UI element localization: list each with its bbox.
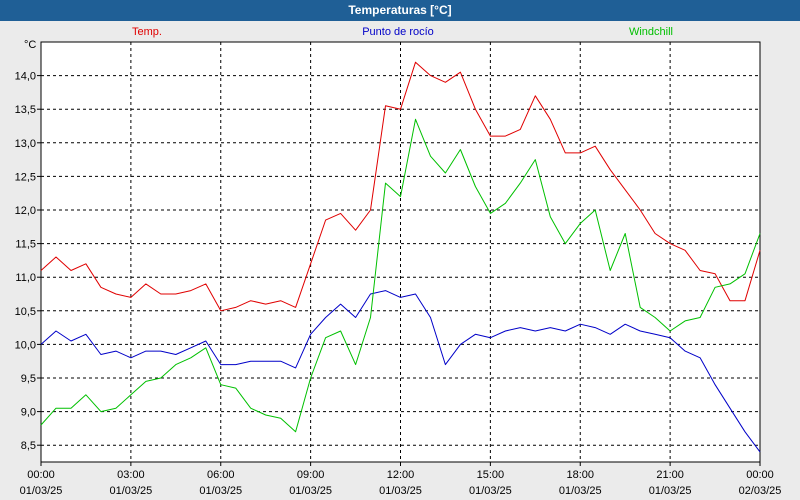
x-tick-time: 06:00 [207,469,235,481]
y-tick-label: 13,0 [15,138,36,150]
x-tick-time: 12:00 [387,469,415,481]
y-tick-label: 10,5 [15,306,36,318]
y-tick-label: 14,0 [15,71,36,83]
x-tick-date: 01/03/25 [20,485,63,497]
y-tick-label: 11,0 [15,272,36,284]
y-tick-label: 13,5 [15,104,36,116]
x-tick-time: 00:00 [746,469,774,481]
chart-window: Temperaturas [°C] 8,5 9,0 9,5 10,0 10,5 11,0 1… [0,0,800,500]
x-tick-date: 01/03/25 [289,485,332,497]
legend-label: Temp. [132,26,162,38]
x-tick-date: 01/03/25 [559,485,602,497]
line-chart: 8,5 9,0 9,5 10,0 10,5 11,0 11,5 12,0 12,5 13,0 13,… [15,26,782,497]
x-tick-date: 01/03/25 [649,485,692,497]
legend-label: Windchill [629,26,673,38]
y-tick-label: 9,5 [21,373,36,385]
legend-label: Punto de rocío [362,26,434,38]
y-tick-label: 9,0 [21,407,36,419]
y-axis-unit: °C [24,39,36,51]
x-tick-date: 01/03/25 [469,485,512,497]
x-tick-date: 01/03/25 [379,485,422,497]
x-tick-time: 15:00 [477,469,505,481]
x-tick-date: 01/03/25 [109,485,152,497]
y-tick-label: 12,0 [15,205,36,217]
y-tick-label: 10,0 [15,339,36,351]
x-tick-time: 21:00 [656,469,684,481]
y-tick-label: 12,5 [15,171,36,183]
x-tick-time: 09:00 [297,469,325,481]
x-tick-date: 02/03/25 [739,485,782,497]
x-tick-time: 00:00 [27,469,55,481]
x-tick-time: 03:00 [117,469,145,481]
y-tick-label: 11,5 [15,239,36,251]
y-tick-label: 8,5 [21,440,36,452]
x-tick-date: 01/03/25 [199,485,242,497]
x-tick-time: 18:00 [566,469,594,481]
